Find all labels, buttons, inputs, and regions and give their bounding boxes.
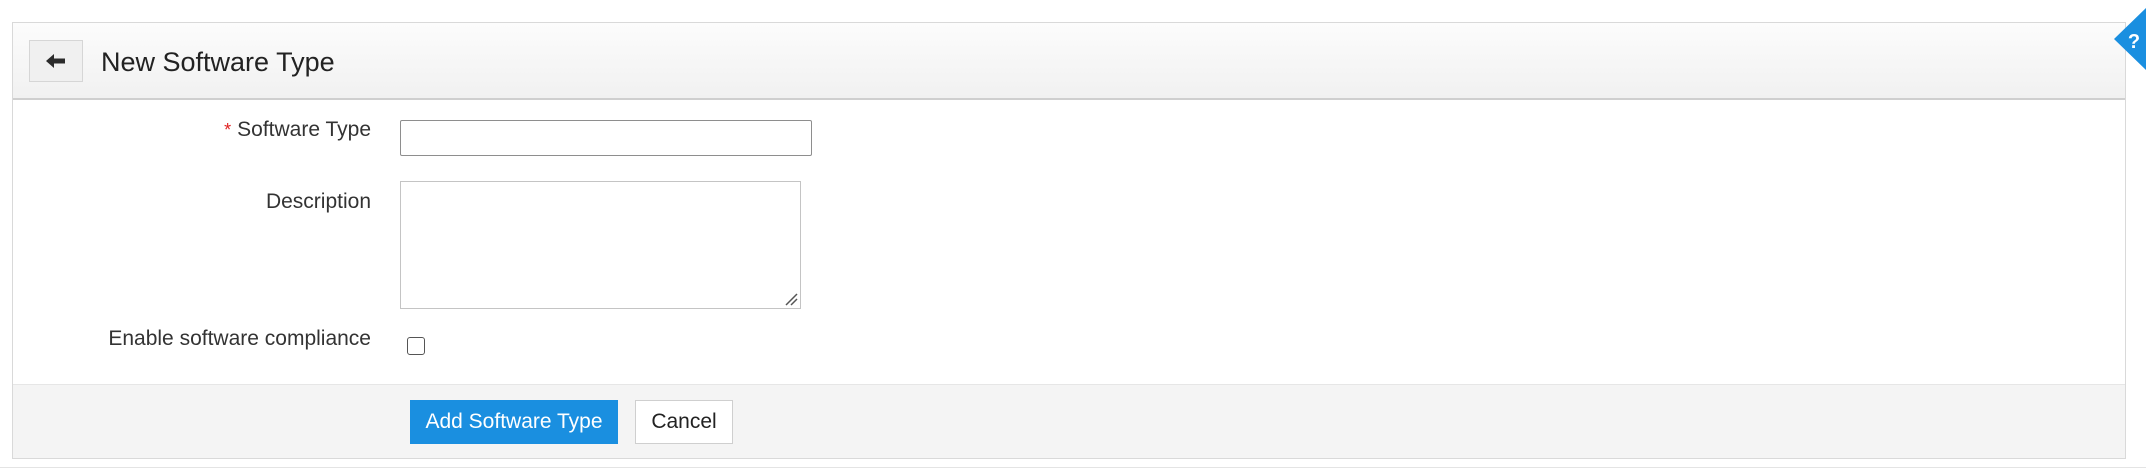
add-software-type-button[interactable]: Add Software Type bbox=[410, 400, 618, 444]
page: New Software Type * Software Type Descrip… bbox=[0, 0, 2146, 470]
question-mark-icon: ? bbox=[2114, 8, 2146, 70]
description-textarea[interactable] bbox=[400, 181, 801, 309]
compliance-checkbox[interactable] bbox=[407, 337, 425, 355]
software-type-label-text: Software Type bbox=[237, 118, 371, 141]
page-title: New Software Type bbox=[101, 47, 335, 77]
software-type-input[interactable] bbox=[400, 120, 812, 156]
required-marker: * bbox=[224, 120, 232, 140]
panel-header: New Software Type bbox=[13, 23, 2125, 100]
help-glyph: ? bbox=[2128, 31, 2140, 53]
compliance-label: Enable software compliance bbox=[108, 327, 371, 350]
back-button[interactable] bbox=[29, 40, 83, 82]
description-label: Description bbox=[265, 190, 371, 213]
cancel-button[interactable]: Cancel bbox=[635, 400, 733, 444]
software-type-label: * Software Type bbox=[224, 118, 371, 142]
arrow-left-icon bbox=[46, 54, 65, 68]
bottom-divider bbox=[0, 467, 2146, 468]
help-tab[interactable]: ? bbox=[2100, 8, 2146, 70]
resize-grip-icon[interactable] bbox=[784, 292, 798, 306]
new-software-type-panel: New Software Type * Software Type Descrip… bbox=[12, 22, 2126, 459]
form-footer bbox=[13, 384, 2125, 458]
